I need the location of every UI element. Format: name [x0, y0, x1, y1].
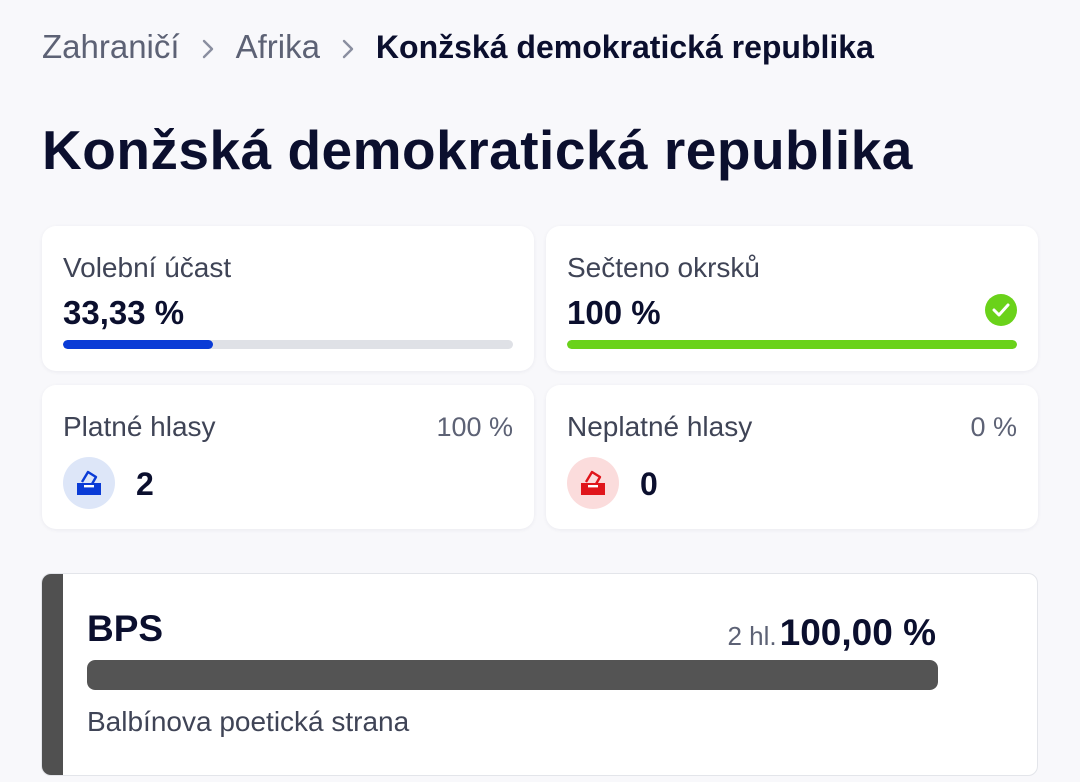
- valid-votes-count: 2: [136, 466, 154, 502]
- chevron-right-icon: [180, 28, 236, 66]
- ballot-box-icon: [567, 457, 619, 509]
- party-vote-count: 2 hl.: [727, 621, 777, 651]
- turnout-label: Volební účast: [63, 252, 232, 283]
- counted-value: 100 %: [567, 294, 661, 331]
- party-abbreviation: BPS: [87, 608, 164, 649]
- counted-progress-track: [567, 340, 1017, 349]
- turnout-progress-fill: [63, 340, 213, 349]
- party-result-card[interactable]: BPS 2 hl. 100,00 % Balbínova poetická st…: [41, 573, 1038, 776]
- party-vote-percent: 100,00 %: [779, 612, 936, 653]
- valid-votes-percent: 100 %: [436, 412, 513, 442]
- party-votes: 2 hl. 100,00 %: [727, 612, 936, 654]
- turnout-progress-track: [63, 340, 513, 349]
- counted-progress-fill: [567, 340, 1017, 349]
- party-progress-fill: [87, 660, 938, 690]
- party-full-name: Balbínova poetická strana: [87, 706, 410, 737]
- valid-votes-card: Platné hlasy 100 % 2: [42, 385, 534, 529]
- ballot-box-icon: [63, 457, 115, 509]
- check-circle-icon: [985, 294, 1017, 326]
- invalid-votes-card: Neplatné hlasy 0 % 0: [546, 385, 1038, 529]
- counted-label: Sečteno okrsků: [567, 252, 760, 283]
- turnout-card: Volební účast 33,33 %: [42, 226, 534, 371]
- breadcrumb: Zahraničí Afrika Konžská demokratická re…: [42, 28, 874, 66]
- invalid-votes-count: 0: [640, 466, 658, 502]
- invalid-votes-percent: 0 %: [970, 412, 1017, 442]
- page-title: Konžská demokratická republika: [42, 119, 913, 181]
- breadcrumb-current: Konžská demokratická republika: [375, 28, 874, 65]
- breadcrumb-link-afrika[interactable]: Afrika: [236, 28, 320, 66]
- invalid-votes-label: Neplatné hlasy: [567, 411, 753, 442]
- turnout-value: 33,33 %: [63, 294, 185, 331]
- counted-card: Sečteno okrsků 100 %: [546, 226, 1038, 371]
- breadcrumb-link-zahranici[interactable]: Zahraničí: [42, 28, 180, 66]
- valid-votes-label: Platné hlasy: [63, 411, 216, 442]
- party-progress-track: [87, 660, 938, 690]
- party-color-stripe: [42, 574, 63, 775]
- chevron-right-icon: [320, 28, 376, 66]
